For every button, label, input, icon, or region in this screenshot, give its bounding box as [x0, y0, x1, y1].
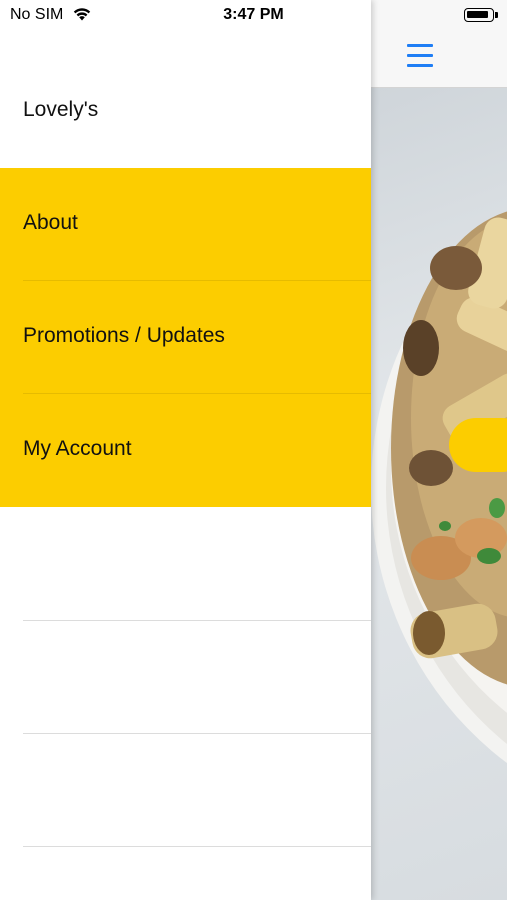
menu-item-about[interactable]: About — [0, 168, 371, 281]
menu-item-label: About — [23, 211, 78, 234]
empty-row-divider — [23, 846, 371, 847]
menu-item-label: My Account — [23, 437, 132, 460]
battery-icon — [464, 8, 498, 22]
hero-image — [371, 88, 507, 900]
pasta-bowl-photo — [371, 211, 507, 763]
cta-button[interactable] — [449, 418, 507, 472]
drawer-title: Lovely's — [23, 98, 99, 121]
hamburger-menu-icon[interactable] — [407, 42, 433, 70]
drawer-menu: About Promotions / Updates My Account — [0, 168, 371, 507]
status-bar: No SIM 3:47 PM — [0, 0, 507, 30]
menu-item-label: Promotions / Updates — [23, 324, 225, 347]
menu-item-my-account[interactable]: My Account — [0, 394, 371, 507]
side-drawer: Lovely's About Promotions / Updates My A… — [0, 0, 371, 900]
clock: 3:47 PM — [223, 6, 284, 23]
app-screen: Lovely's About Promotions / Updates My A… — [0, 0, 507, 900]
empty-row-divider — [23, 620, 371, 621]
menu-item-promotions[interactable]: Promotions / Updates — [0, 281, 371, 394]
empty-row-divider — [23, 733, 371, 734]
